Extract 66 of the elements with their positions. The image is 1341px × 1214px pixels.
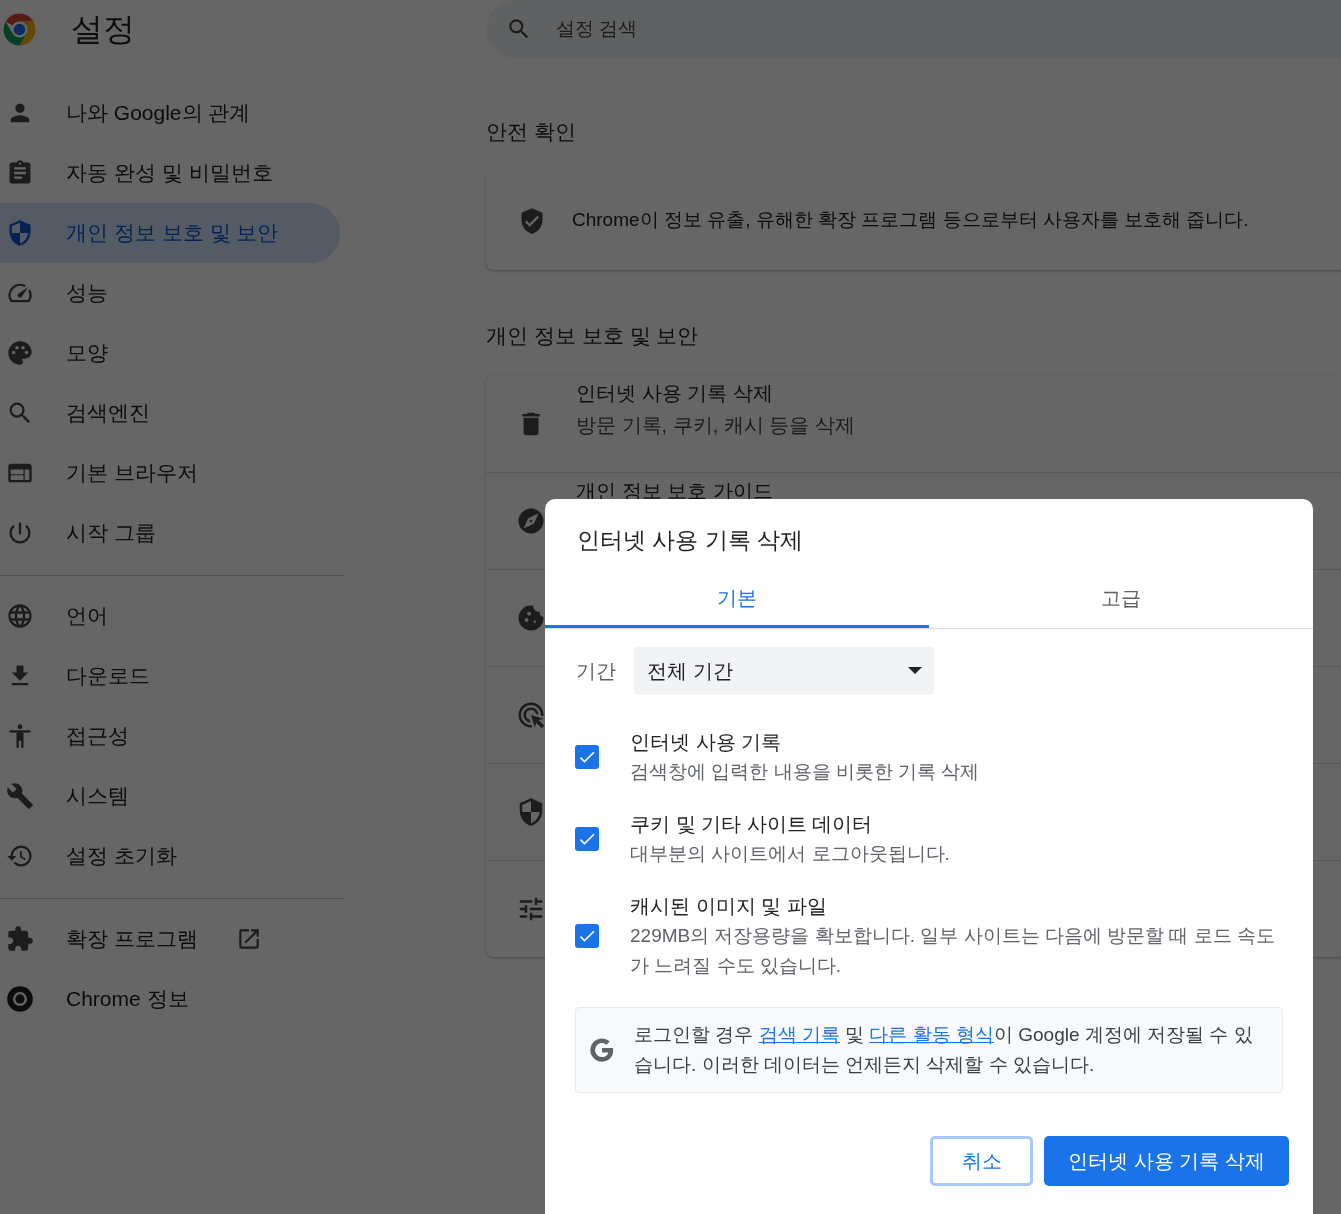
sidebar-item[interactable]: 다운로드 (0, 646, 340, 706)
row-subtitle: 방문 기록, 쿠키, 캐시 등을 삭제 (576, 413, 855, 437)
cookie-icon (516, 603, 546, 633)
sidebar-label: 시스템 (66, 783, 129, 810)
checkbox[interactable] (575, 744, 599, 769)
info-text: 로그인할 경우 검색 기록 및 다른 활동 형식 이 Google 계정에 저장될 수 있습니다. 이러한 데이터는 언제든지 삭제할 수 있습니다. (634, 1022, 1254, 1077)
option-description: 대부분의 사이트에서 로그아웃됩니다. (630, 841, 950, 866)
option-description: 229MB의 저장용량을 확보합니다. 일부 사이트는 다음에 방문할 때 로드 속도가 느려질 수도 있습니다. (630, 923, 1276, 978)
sidebar-item[interactable]: 언어 (0, 586, 340, 646)
sidebar-label: 설정 초기화 (66, 843, 177, 870)
sidebar-item[interactable]: 성능 (0, 263, 340, 323)
sidebar-item[interactable]: 나와 Google의 관계 (0, 83, 340, 143)
safety-check-text: Chrome이 정보 유출, 유해한 확장 프로그램 등으로부터 사용자를 보호해 줍니다. (572, 208, 1249, 233)
sidebar-item[interactable]: 검색엔진 (0, 383, 340, 443)
globe-icon (6, 602, 34, 630)
page-title: 설정 (71, 10, 135, 49)
link[interactable]: 검색 기록 (758, 1023, 840, 1045)
option-title: 인터넷 사용 기록 (630, 729, 783, 755)
sidebar-item[interactable]: 자동 완성 및 비밀번호 (0, 143, 340, 203)
sidebar-item[interactable]: 시작 그룹 (0, 503, 340, 563)
puzzle-icon (6, 925, 34, 953)
search-field[interactable]: 설정 검색 (486, 0, 1341, 58)
sidebar-label: 다운로드 (66, 663, 150, 690)
sidebar-label: 언어 (66, 603, 108, 630)
delete-button[interactable]: 인터넷 사용 기록 삭제 (1044, 1135, 1289, 1186)
sidebar-label: 접근성 (66, 723, 129, 750)
cancel-button[interactable]: 취소 (930, 1135, 1034, 1186)
sidebar-label: 성능 (66, 280, 108, 307)
sidebar-label: 검색엔진 (66, 400, 150, 427)
sidebar-item[interactable]: 기본 브라우저 (0, 443, 340, 503)
sidebar-label: 자동 완성 및 비밀번호 (66, 160, 273, 187)
period-label: 기간 (576, 658, 616, 684)
sidebar-label: 확장 프로그램 (66, 926, 198, 953)
link[interactable]: 다른 활동 형식 (869, 1023, 994, 1045)
sidebar-label: 시작 그룹 (66, 520, 156, 547)
section-heading: 안전 확인 (486, 119, 577, 145)
chrome-icon (6, 985, 34, 1013)
sidebar-item[interactable]: 접근성 (0, 706, 340, 766)
sidebar-item[interactable]: Chrome 정보 (0, 969, 340, 1029)
row-title[interactable]: 인터넷 사용 기록 삭제 (576, 381, 855, 405)
tab[interactable]: 기본 (545, 571, 929, 628)
palette-icon (6, 339, 34, 367)
checkbox[interactable] (575, 826, 599, 851)
dropdown-caret-icon (908, 667, 922, 674)
dialog-title: 인터넷 사용 기록 삭제 (576, 526, 805, 555)
tab[interactable]: 고급 (929, 571, 1313, 628)
sidebar-item[interactable]: 확장 프로그램 (0, 909, 340, 969)
option-title: 캐시된 이미지 및 파일 (630, 893, 828, 919)
sidebar-label: 나와 Google의 관계 (66, 100, 251, 127)
wrench-icon (6, 782, 34, 810)
option-title: 쿠키 및 기타 사이트 데이터 (630, 811, 874, 837)
sidebar-item[interactable]: 개인 정보 보호 및 보안 (0, 203, 340, 263)
chrome-logo (2, 11, 37, 47)
checkbox[interactable] (575, 923, 599, 948)
sidebar-label: 개인 정보 보호 및 보안 (66, 220, 279, 247)
sidebar-item[interactable]: 시스템 (0, 766, 340, 826)
compass-icon (516, 506, 546, 536)
sidebar-label: 기본 브라우저 (66, 460, 198, 487)
sidebar-item[interactable]: 설정 초기화 (0, 826, 340, 886)
section-heading: 개인 정보 보호 및 보안 (486, 322, 700, 349)
option-description: 검색창에 입력한 내용을 비롯한 기록 삭제 (630, 759, 980, 784)
sidebar-label: Chrome 정보 (66, 986, 189, 1013)
sidebar-item[interactable]: 모양 (0, 323, 340, 383)
period-select[interactable]: 전체 기간 (634, 646, 934, 695)
cursor-target-icon (516, 700, 546, 730)
sidebar-label: 모양 (66, 340, 108, 367)
